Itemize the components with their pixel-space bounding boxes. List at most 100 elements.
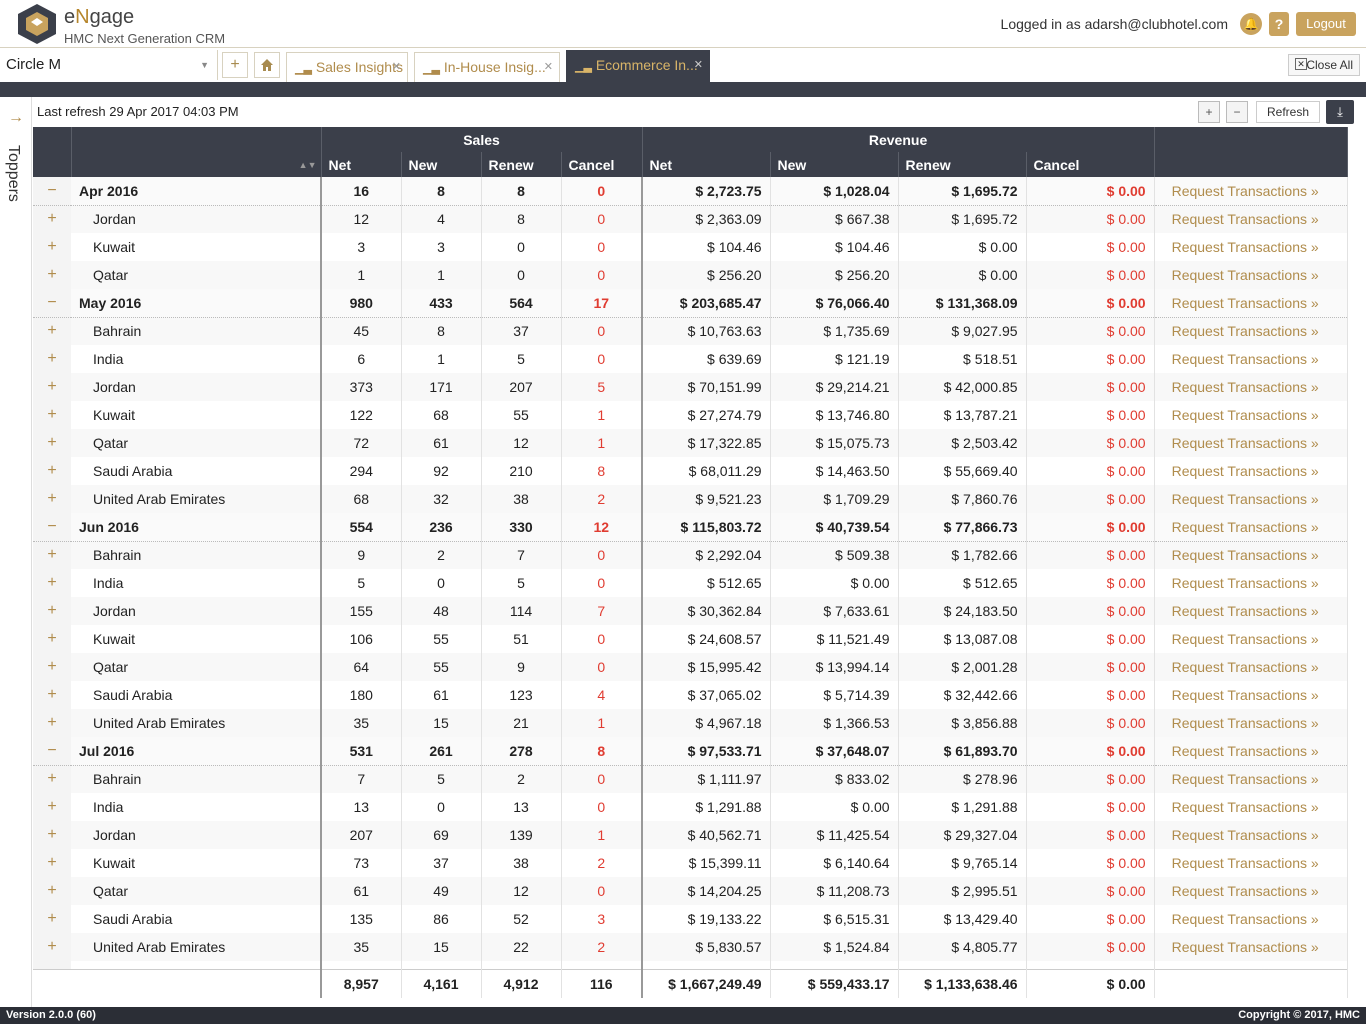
request-transactions-link[interactable]: Request Transactions » — [1154, 681, 1348, 709]
cell-revenue-renew: $ 9,027.95 — [898, 317, 1027, 345]
expand-all-button[interactable]: + — [1198, 101, 1220, 123]
request-transactions-link[interactable]: Request Transactions » — [1154, 877, 1348, 905]
request-transactions-link[interactable]: Request Transactions » — [1154, 933, 1348, 961]
table-row: + Kuwait 106 55 51 0 $ 24,608.57 $ 11,521.49 $ 1… — [33, 625, 1348, 653]
request-transactions-link[interactable]: Request Transactions » — [1154, 625, 1348, 653]
request-transactions-link[interactable]: Request Transactions » — [1154, 709, 1348, 737]
request-transactions-link[interactable]: Request Transactions » — [1154, 737, 1348, 766]
close-icon[interactable]: ✕ — [694, 51, 703, 79]
col-revenue-cancel[interactable]: Cancel — [1026, 152, 1155, 177]
expand-toggle[interactable]: + — [33, 373, 71, 401]
clipped-cell — [1026, 961, 1155, 969]
notifications-bell-icon[interactable]: 🔔 — [1240, 13, 1262, 35]
request-transactions-link[interactable]: Request Transactions » — [1154, 177, 1348, 206]
header-sort-col[interactable]: ▲▼ — [71, 152, 322, 177]
expand-toggle[interactable]: + — [33, 821, 71, 849]
col-sales-new[interactable]: New — [401, 152, 482, 177]
tab-in-house-insights[interactable]: ▁▃ In-House Insig... ✕ — [414, 52, 560, 82]
collapse-toggle[interactable]: − — [33, 177, 71, 206]
request-transactions-link[interactable]: Request Transactions » — [1154, 373, 1348, 401]
col-sales-net[interactable]: Net — [321, 152, 402, 177]
request-transactions-link[interactable]: Request Transactions » — [1154, 429, 1348, 457]
expand-toggle[interactable]: + — [33, 933, 71, 961]
expand-toggle[interactable]: + — [33, 429, 71, 457]
refresh-button[interactable]: Refresh — [1256, 101, 1320, 123]
cell-sales-renew: 139 — [481, 821, 562, 849]
cell-revenue-net: $ 24,608.57 — [642, 625, 771, 653]
expand-toggle[interactable]: + — [33, 345, 71, 373]
circle-select[interactable]: Circle M ▼ — [0, 50, 218, 80]
expand-toggle[interactable]: + — [33, 485, 71, 513]
expand-toggle[interactable]: + — [33, 709, 71, 737]
add-tab-button[interactable]: + — [222, 52, 248, 78]
expand-arrow-icon[interactable]: → — [8, 109, 24, 127]
expand-toggle[interactable]: + — [33, 653, 71, 681]
col-sales-renew[interactable]: Renew — [481, 152, 562, 177]
expand-toggle[interactable]: + — [33, 541, 71, 569]
expand-toggle[interactable]: + — [33, 681, 71, 709]
request-transactions-link[interactable]: Request Transactions » — [1154, 653, 1348, 681]
cell-sales-renew: 51 — [481, 625, 562, 653]
expand-toggle[interactable]: + — [33, 317, 71, 345]
expand-toggle[interactable]: + — [33, 765, 71, 793]
expand-toggle[interactable]: + — [33, 457, 71, 485]
col-sales-cancel[interactable]: Cancel — [561, 152, 643, 177]
tab-content-divider — [0, 82, 1366, 97]
request-transactions-link[interactable]: Request Transactions » — [1154, 317, 1348, 345]
expand-toggle[interactable]: + — [33, 877, 71, 905]
collapse-all-button[interactable]: − — [1226, 101, 1248, 123]
expand-toggle[interactable]: + — [33, 205, 71, 233]
cell-revenue-renew: $ 1,782.66 — [898, 541, 1027, 569]
cell-sales-renew: 123 — [481, 681, 562, 709]
expand-toggle[interactable]: + — [33, 261, 71, 289]
request-transactions-link[interactable]: Request Transactions » — [1154, 261, 1348, 289]
expand-toggle[interactable]: + — [33, 849, 71, 877]
request-transactions-link[interactable]: Request Transactions » — [1154, 569, 1348, 597]
collapse-toggle[interactable]: − — [33, 289, 71, 318]
tab-ecommerce-insights[interactable]: ▁▃ Ecommerce In... ✕ — [566, 50, 710, 82]
expand-toggle[interactable]: + — [33, 905, 71, 933]
expand-toggle[interactable]: + — [33, 793, 71, 821]
request-transactions-link[interactable]: Request Transactions » — [1154, 401, 1348, 429]
expand-toggle[interactable]: + — [33, 569, 71, 597]
request-transactions-link[interactable]: Request Transactions » — [1154, 541, 1348, 569]
request-transactions-link[interactable]: Request Transactions » — [1154, 345, 1348, 373]
row-label: United Arab Emirates — [71, 709, 322, 737]
request-transactions-link[interactable]: Request Transactions » — [1154, 821, 1348, 849]
request-transactions-link[interactable]: Request Transactions » — [1154, 457, 1348, 485]
close-icon[interactable]: ✕ — [392, 53, 401, 81]
cell-sales-cancel: 2 — [561, 849, 644, 877]
close-icon[interactable]: ✕ — [544, 53, 553, 81]
logout-button[interactable]: Logout — [1296, 12, 1356, 36]
request-transactions-link[interactable]: Request Transactions » — [1154, 765, 1348, 793]
cell-sales-renew: 0 — [481, 261, 562, 289]
request-transactions-link[interactable]: Request Transactions » — [1154, 485, 1348, 513]
col-revenue-renew[interactable]: Renew — [898, 152, 1027, 177]
expand-toggle[interactable]: + — [33, 233, 71, 261]
request-transactions-link[interactable]: Request Transactions » — [1154, 793, 1348, 821]
home-button[interactable] — [254, 52, 280, 78]
request-transactions-link[interactable]: Request Transactions » — [1154, 905, 1348, 933]
col-revenue-net[interactable]: Net — [642, 152, 771, 177]
request-transactions-link[interactable]: Request Transactions » — [1154, 205, 1348, 233]
request-transactions-link[interactable]: Request Transactions » — [1154, 233, 1348, 261]
collapse-toggle[interactable]: − — [33, 737, 71, 766]
download-button[interactable]: ⤓ — [1326, 100, 1354, 124]
request-transactions-link[interactable]: Request Transactions » — [1154, 513, 1348, 542]
row-label: Bahrain — [71, 317, 322, 345]
request-transactions-link[interactable]: Request Transactions » — [1154, 597, 1348, 625]
request-transactions-link[interactable]: Request Transactions » — [1154, 849, 1348, 877]
tab-sales-insights[interactable]: ▁▃ Sales Insights ✕ — [286, 52, 408, 82]
cell-revenue-renew: $ 9,765.14 — [898, 849, 1027, 877]
col-revenue-new[interactable]: New — [770, 152, 899, 177]
help-icon[interactable]: ? — [1269, 12, 1289, 36]
cell-revenue-renew: $ 42,000.85 — [898, 373, 1027, 401]
toppers-rail[interactable]: → Toppers — [0, 97, 32, 1007]
close-all-button[interactable]: ✕ Close All — [1288, 54, 1360, 76]
cell-revenue-cancel: $ 0.00 — [1026, 793, 1155, 821]
expand-toggle[interactable]: + — [33, 625, 71, 653]
collapse-toggle[interactable]: − — [33, 513, 71, 542]
expand-toggle[interactable]: + — [33, 401, 71, 429]
expand-toggle[interactable]: + — [33, 597, 71, 625]
request-transactions-link[interactable]: Request Transactions » — [1154, 289, 1348, 318]
